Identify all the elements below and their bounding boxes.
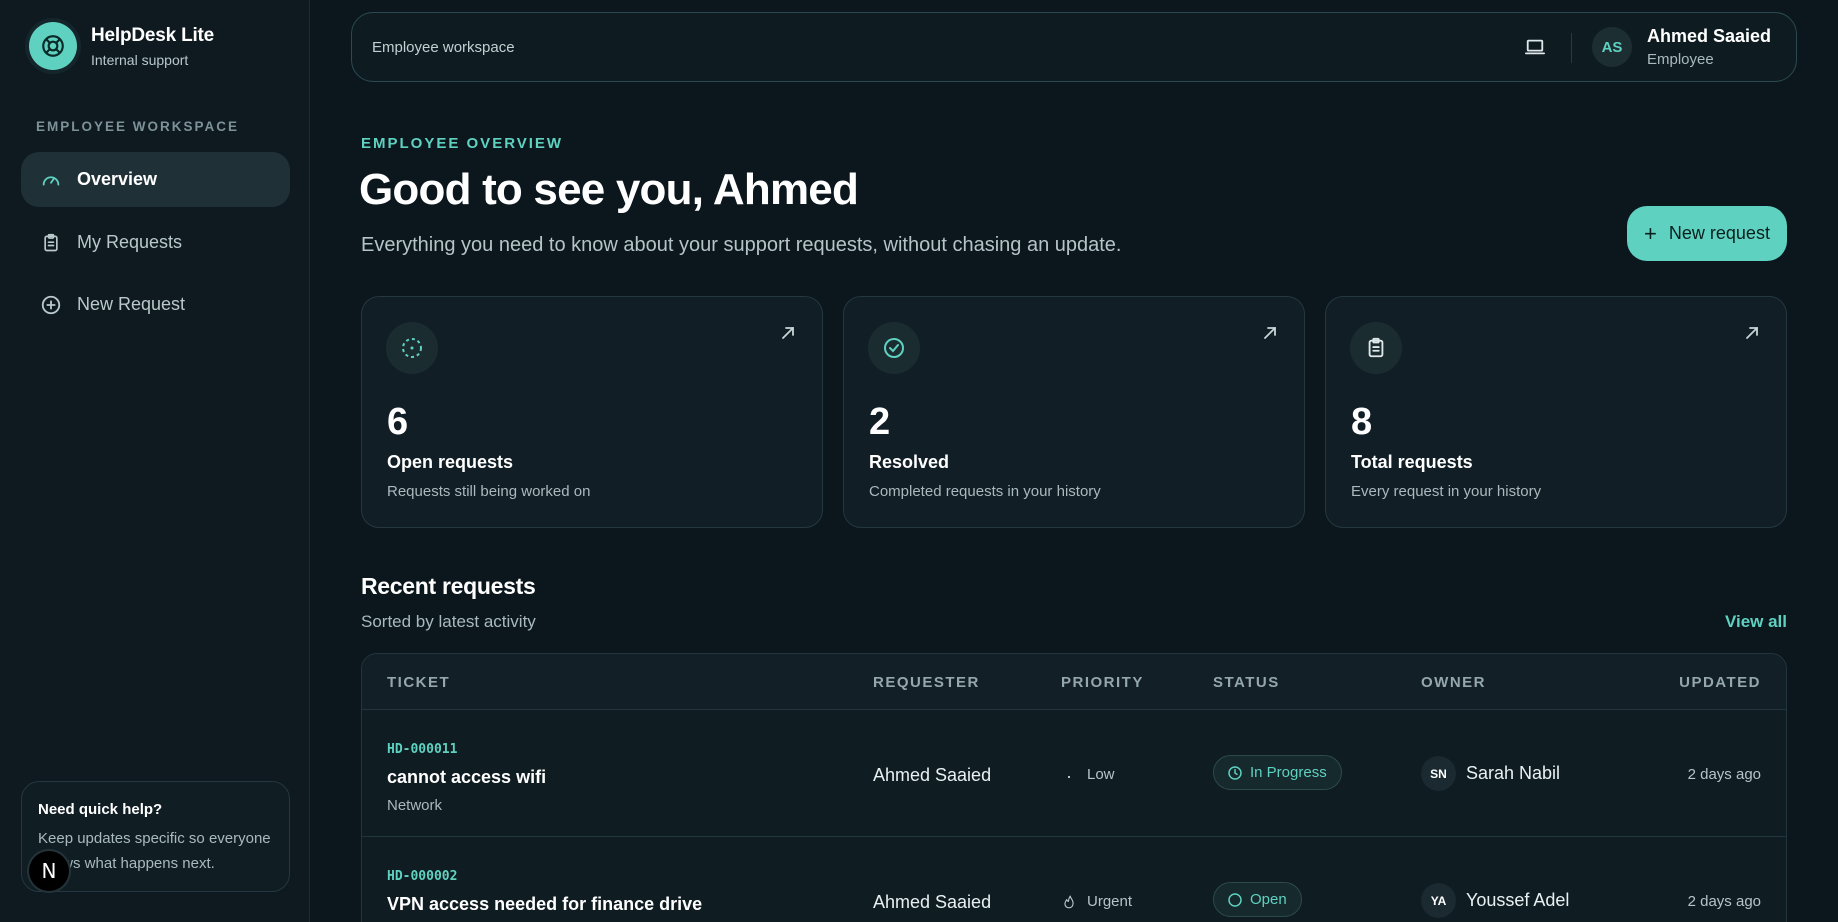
brand-subtitle: Internal support <box>91 51 189 68</box>
user-name[interactable]: Ahmed Saaied <box>1647 26 1771 47</box>
owner-name: Youssef Adel <box>1466 890 1570 910</box>
status-label: Open <box>1250 891 1287 908</box>
stat-card-total[interactable]: 8 Total requests Every request in your h… <box>1325 296 1787 528</box>
owner-cell: YA Youssef Adel <box>1421 883 1569 918</box>
sidebar-item-label: Overview <box>77 169 158 189</box>
requester-name: Ahmed Saaied <box>873 765 992 785</box>
table-row[interactable]: HD-000002 VPN access needed for finance … <box>362 838 1786 922</box>
laptop-icon[interactable] <box>1522 34 1548 60</box>
new-request-label: New request <box>1668 223 1770 243</box>
page-title: Good to see you, Ahmed <box>359 165 859 214</box>
help-body: Keep updates specific so everyone knows … <box>38 830 271 872</box>
ticket-title[interactable]: VPN access needed for finance drive <box>387 894 702 915</box>
stat-description: Completed requests in your history <box>869 483 1101 500</box>
owner-avatar: YA <box>1421 883 1456 918</box>
owner-name: Sarah Nabil <box>1466 763 1561 783</box>
check-circle-icon <box>868 322 920 374</box>
user-role: Employee <box>1647 51 1714 68</box>
priority-label: Low <box>1087 766 1115 783</box>
dashed-circle-icon <box>386 322 438 374</box>
status-label: In Progress <box>1250 764 1327 781</box>
brand[interactable]: HelpDesk Lite Internal support <box>29 22 214 70</box>
table-header: TICKET REQUESTER PRIORITY STATUS OWNER U… <box>362 654 1786 710</box>
sidebar: HelpDesk Lite Internal support EMPLOYEE … <box>0 0 310 922</box>
ticket-id[interactable]: HD-000002 <box>387 869 457 884</box>
stat-label: Resolved <box>869 452 950 472</box>
sidebar-item-label: New Request <box>77 294 186 314</box>
status-badge: Open <box>1213 882 1302 917</box>
arrow-up-right-icon[interactable] <box>1262 325 1278 341</box>
stat-label: Total requests <box>1351 452 1473 472</box>
priority-cell: Urgent <box>1061 893 1132 910</box>
stat-label: Open requests <box>387 452 514 472</box>
sidebar-item-overview[interactable]: Overview <box>21 152 290 207</box>
plus-circle-icon <box>39 293 63 317</box>
arrow-up-right-icon[interactable] <box>1744 325 1760 341</box>
requester-name: Ahmed Saaied <box>873 892 992 912</box>
requests-table: TICKET REQUESTER PRIORITY STATUS OWNER U… <box>361 653 1787 922</box>
updated-time: 2 days ago <box>1687 766 1761 783</box>
sidebar-section-label: EMPLOYEE WORKSPACE <box>36 119 240 134</box>
priority-label: Urgent <box>1087 893 1133 910</box>
column-header-updated[interactable]: UPDATED <box>1679 674 1761 691</box>
page-subtitle: Everything you need to know about your s… <box>361 234 1122 256</box>
flame-icon <box>1061 894 1077 910</box>
gauge-icon <box>39 168 63 192</box>
page-eyebrow: EMPLOYEE OVERVIEW <box>361 135 564 152</box>
column-header-status[interactable]: STATUS <box>1213 674 1280 691</box>
view-all-link[interactable]: View all <box>1725 612 1787 632</box>
low-priority-icon <box>1061 767 1077 783</box>
status-badge: In Progress <box>1213 755 1342 790</box>
sidebar-item-label: My Requests <box>77 232 183 252</box>
column-header-ticket[interactable]: TICKET <box>387 674 450 691</box>
sidebar-item-my-requests[interactable]: My Requests <box>21 215 290 270</box>
arrow-up-right-icon[interactable] <box>780 325 796 341</box>
workspace-label: Employee workspace <box>372 38 515 56</box>
stat-value: 6 <box>387 401 409 443</box>
owner-cell: SN Sarah Nabil <box>1421 756 1560 791</box>
clipboard-icon <box>1350 322 1402 374</box>
ticket-category: Network <box>387 797 443 814</box>
recent-requests-subtitle: Sorted by latest activity <box>361 612 536 631</box>
recent-requests-title: Recent requests <box>361 573 536 599</box>
table-row[interactable]: HD-000011 cannot access wifi Network Ahm… <box>362 711 1786 837</box>
plus-icon: + <box>1644 220 1657 246</box>
priority-cell: Low <box>1061 766 1115 783</box>
ticket-title[interactable]: cannot access wifi <box>387 767 546 788</box>
ticket-id[interactable]: HD-000011 <box>387 742 457 757</box>
new-request-button[interactable]: + New request <box>1627 206 1787 261</box>
divider <box>1571 33 1572 63</box>
avatar[interactable]: AS <box>1592 27 1632 67</box>
stat-value: 2 <box>869 401 891 443</box>
dev-badge[interactable]: N <box>29 851 69 891</box>
stat-card-resolved[interactable]: 2 Resolved Completed requests in your hi… <box>843 296 1305 528</box>
topbar: Employee workspace AS Ahmed Saaied Emplo… <box>351 12 1797 82</box>
clipboard-icon <box>39 231 63 255</box>
lifebuoy-icon <box>29 22 77 70</box>
stat-description: Requests still being worked on <box>387 483 591 500</box>
owner-avatar: SN <box>1421 756 1456 791</box>
stat-card-open[interactable]: 6 Open requests Requests still being wor… <box>361 296 823 528</box>
sidebar-item-new-request[interactable]: New Request <box>21 277 290 332</box>
column-header-owner[interactable]: OWNER <box>1421 674 1486 691</box>
column-header-priority[interactable]: PRIORITY <box>1061 674 1144 691</box>
column-header-requester[interactable]: REQUESTER <box>873 674 980 691</box>
clock-icon <box>1226 764 1243 781</box>
updated-time: 2 days ago <box>1687 893 1761 910</box>
open-circle-icon <box>1226 891 1243 908</box>
help-title: Need quick help? <box>38 801 163 818</box>
brand-name: HelpDesk Lite <box>91 24 215 46</box>
stat-description: Every request in your history <box>1351 483 1542 500</box>
stat-value: 8 <box>1351 401 1373 443</box>
